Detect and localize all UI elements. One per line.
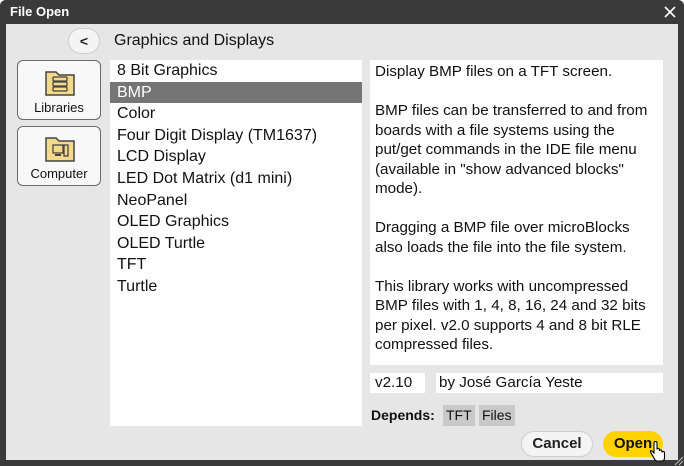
list-item[interactable]: LED Dot Matrix (d1 mini) [110,168,362,190]
back-button[interactable]: < [68,28,100,54]
list-item[interactable]: OLED Graphics [110,211,362,233]
computer-button[interactable]: Computer [17,126,101,186]
dependency-tag-files[interactable]: Files [479,405,515,426]
libraries-button[interactable]: Libraries [17,60,101,120]
cancel-button[interactable]: Cancel [521,431,593,457]
list-item[interactable]: Turtle [110,276,362,298]
folder-path: Graphics and Displays [114,32,275,49]
library-author: by José García Yeste [436,373,663,393]
computer-label: Computer [30,166,88,181]
dialog-body: < Graphics and Displays Libraries Comput… [6,24,678,462]
libraries-folder-icon [45,71,75,96]
list-item[interactable]: 8 Bit Graphics [110,60,362,82]
depends-label: Depends: [371,407,435,423]
computer-folder-icon [45,137,75,162]
close-icon[interactable] [662,4,678,20]
title-bar[interactable]: File Open [0,0,684,24]
list-item[interactable]: OLED Turtle [110,233,362,255]
list-item[interactable]: LCD Display [110,146,362,168]
hand-cursor-icon [649,441,666,462]
list-item[interactable]: NeoPanel [110,190,362,212]
file-open-dialog: File Open < Graphics and Displays Librar… [0,0,684,466]
list-item-selected[interactable]: BMP [110,81,362,104]
dependency-tag-tft[interactable]: TFT [443,405,475,426]
window-title: File Open [10,4,70,19]
libraries-label: Libraries [34,100,84,115]
library-description: Display BMP files on a TFT screen. BMP f… [370,60,663,365]
list-item[interactable]: TFT [110,254,362,276]
file-list[interactable]: 8 Bit Graphics BMP Color Four Digit Disp… [110,60,362,426]
list-item[interactable]: Color [110,103,362,125]
resize-grip-icon[interactable] [672,454,684,466]
library-version: v2.10 [370,373,425,393]
list-item[interactable]: Four Digit Display (TM1637) [110,125,362,147]
